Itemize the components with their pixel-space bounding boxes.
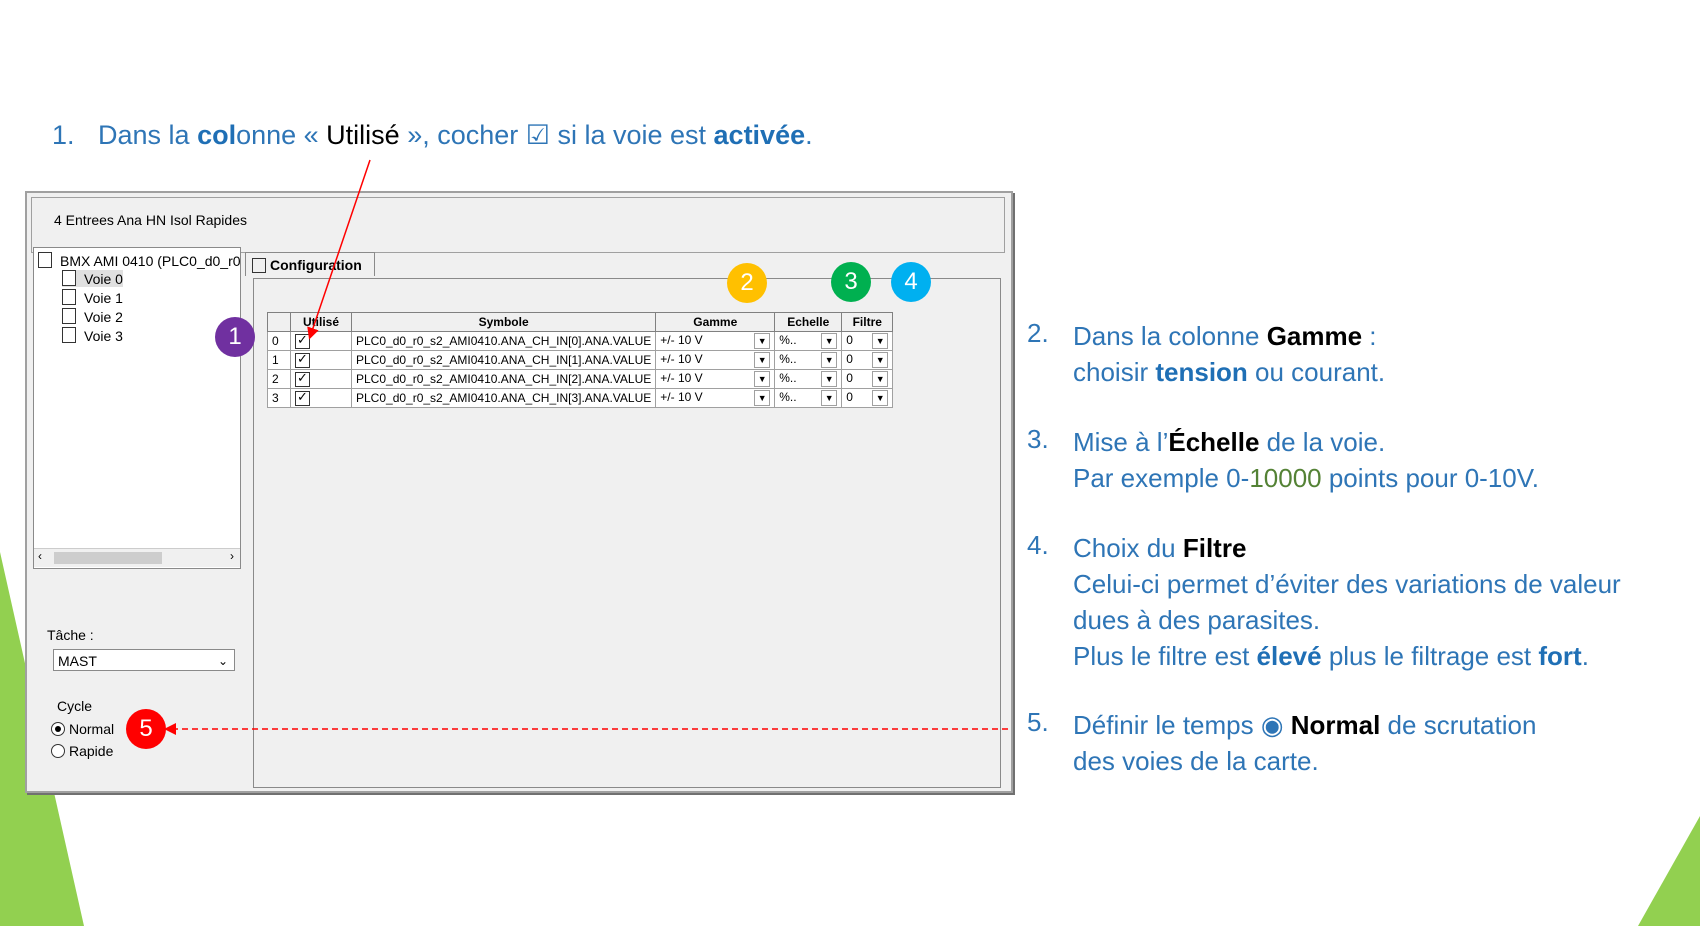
step3-part: Par exemple 0- — [1073, 463, 1250, 493]
step4-part: Plus le filtre est — [1073, 641, 1257, 671]
step2-text: Dans la colonne Gamme : choisir tension … — [1073, 318, 1385, 390]
step4-part: plus le filtrage est — [1321, 641, 1539, 671]
step3-part: points pour 0-10V. — [1321, 463, 1539, 493]
step3-bold-echelle: Échelle — [1168, 427, 1260, 457]
step4-num-text: 4. — [1027, 530, 1049, 560]
step4-bold-filtre: Filtre — [1182, 533, 1247, 563]
badge-label: 5 — [139, 715, 153, 742]
step5-text: Définir le temps ◉ Normal de scrutation … — [1073, 707, 1536, 779]
step2-part: : — [1362, 321, 1377, 351]
step5-bold-normal: Normal — [1290, 710, 1381, 740]
step4-line3: dues à des parasites. — [1073, 605, 1321, 635]
badge-5: 5 — [126, 709, 166, 749]
step2-num-text: 2. — [1027, 318, 1049, 348]
step3-part: Mise à l’ — [1073, 427, 1169, 457]
badge-label: 2 — [740, 269, 754, 296]
step3-num-text: 3. — [1027, 424, 1049, 454]
badge-4: 4 — [891, 262, 931, 302]
step2-line1: Dans la colonne Gamme : — [1073, 318, 1385, 354]
step4-bold-fort: fort — [1538, 641, 1582, 671]
step4-part: . — [1581, 641, 1589, 671]
step4-text: Choix du Filtre Celui-ci permet d’éviter… — [1073, 530, 1621, 674]
step4-line1: Choix du Filtre — [1073, 530, 1621, 566]
step2-bold-tension: tension — [1155, 357, 1248, 387]
step5-part: Définir le temps ◉ — [1073, 710, 1291, 740]
step2-part: choisir — [1073, 357, 1156, 387]
step3-part: de la voie. — [1259, 427, 1386, 457]
step4-bold-eleve: élevé — [1256, 641, 1322, 671]
step5-part: de scrutation — [1380, 710, 1537, 740]
step3-green-value: 10000 — [1249, 463, 1322, 493]
badge-label: 3 — [844, 268, 858, 295]
badge-3: 3 — [831, 262, 871, 302]
step2-part: ou courant. — [1247, 357, 1386, 387]
step4-line4: Plus le filtre est élevé plus le filtrag… — [1073, 638, 1621, 674]
badge-label: 1 — [228, 323, 242, 350]
arrow-to-checkbox — [307, 159, 371, 340]
step5-num-text: 5. — [1027, 707, 1049, 737]
step4-line2: Celui-ci permet d’éviter des variations … — [1073, 569, 1621, 599]
step3-line2: Par exemple 0-10000 points pour 0-10V. — [1073, 460, 1539, 496]
step2-part: Dans la colonne — [1073, 321, 1267, 351]
step2-bold-gamme: Gamme — [1266, 321, 1363, 351]
badge-2: 2 — [727, 263, 767, 303]
step5-line1: Définir le temps ◉ Normal de scrutation — [1073, 707, 1536, 743]
step2-line2: choisir tension ou courant. — [1073, 354, 1385, 390]
badge-1: 1 — [215, 317, 255, 357]
badge-label: 4 — [904, 268, 918, 295]
step3-text: Mise à l’Échelle de la voie. Par exemple… — [1073, 424, 1539, 496]
step3-line1: Mise à l’Échelle de la voie. — [1073, 424, 1539, 460]
step4-part: Choix du — [1073, 533, 1183, 563]
step5-line2: des voies de la carte. — [1073, 746, 1319, 776]
